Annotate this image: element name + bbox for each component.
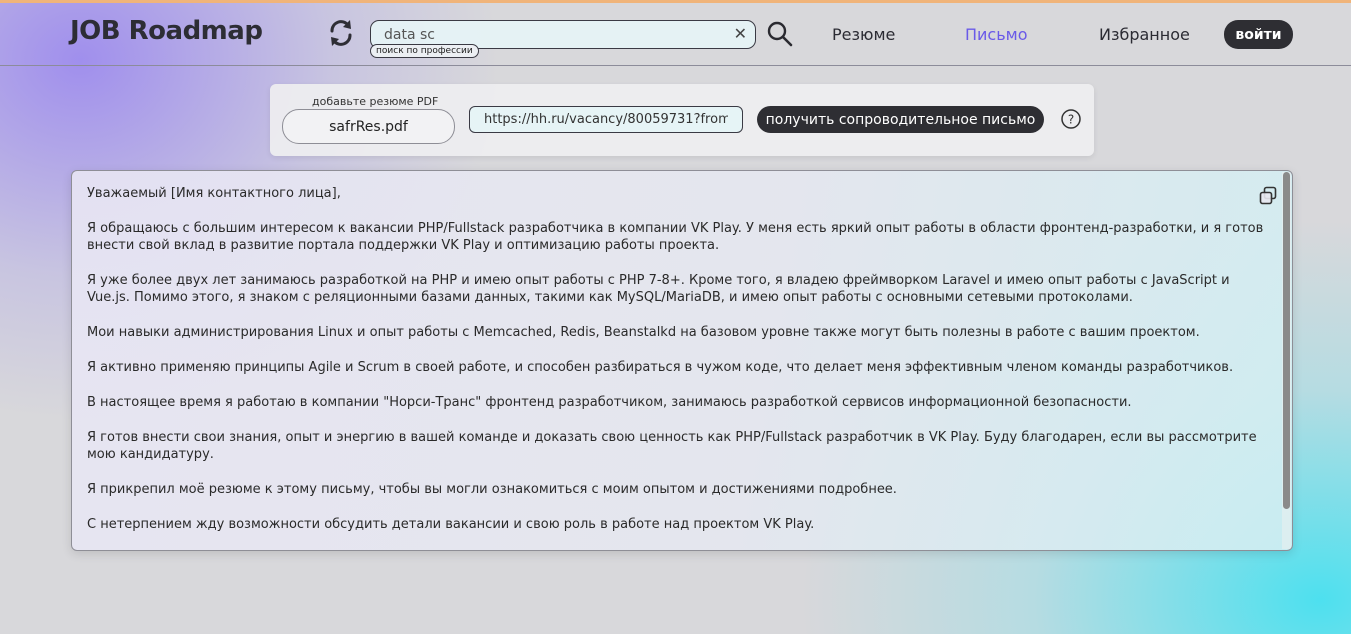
cover-letter-text[interactable]: Уважаемый [Имя контактного лица], Я обра… — [87, 185, 1267, 550]
letter-paragraph: Я активно применяю принципы Agile и Scru… — [87, 360, 1234, 375]
letter-paragraph: В настоящее время я работаю в компании "… — [87, 395, 1132, 410]
search-hint-label: поиск по профессии — [370, 44, 479, 58]
letter-paragraph: Я готов внести свои знания, опыт и энерг… — [87, 430, 1257, 462]
pdf-upload-button[interactable]: safrRes.pdf — [282, 109, 455, 144]
letter-paragraph: Я обращаюсь с большим интересом к ваканс… — [87, 221, 1264, 253]
cover-letter-output[interactable]: Уважаемый [Имя контактного лица], Я обра… — [71, 170, 1293, 551]
svg-text:?: ? — [1068, 113, 1074, 127]
app-logo[interactable]: JOB Roadmap — [70, 16, 263, 46]
clear-search-icon[interactable]: ✕ — [734, 25, 747, 43]
letter-paragraph: Мои навыки администрирования Linux и опы… — [87, 325, 1200, 340]
swap-arrows-icon[interactable] — [324, 16, 358, 50]
letter-paragraph: Я прикрепил моё резюме к этому письму, ч… — [87, 482, 897, 497]
help-icon[interactable]: ? — [1060, 108, 1082, 130]
pdf-upload-label: добавьте резюме PDF — [312, 95, 439, 108]
letter-paragraph: Я уже более двух лет занимаюсь разработк… — [87, 273, 1230, 305]
nav-resume[interactable]: Резюме — [832, 25, 895, 44]
letter-paragraph: С нетерпением жду возможности обсудить д… — [87, 517, 815, 532]
letter-generator-panel: добавьте резюме PDF safrRes.pdf получить… — [270, 84, 1094, 156]
nav-letter[interactable]: Письмо — [965, 25, 1028, 44]
letter-paragraph: Уважаемый [Имя контактного лица], — [87, 186, 341, 201]
copy-icon[interactable] — [1258, 186, 1278, 206]
top-navbar: JOB Roadmap ✕ поиск по профессии Резюме … — [0, 0, 1351, 66]
get-cover-letter-button[interactable]: получить сопроводительное письмо — [757, 106, 1044, 133]
vacancy-url-input[interactable] — [469, 106, 743, 133]
search-icon[interactable] — [766, 20, 794, 48]
nav-favorites[interactable]: Избранное — [1099, 25, 1190, 44]
login-button[interactable]: войти — [1224, 20, 1293, 49]
scrollbar-thumb[interactable] — [1283, 172, 1290, 509]
